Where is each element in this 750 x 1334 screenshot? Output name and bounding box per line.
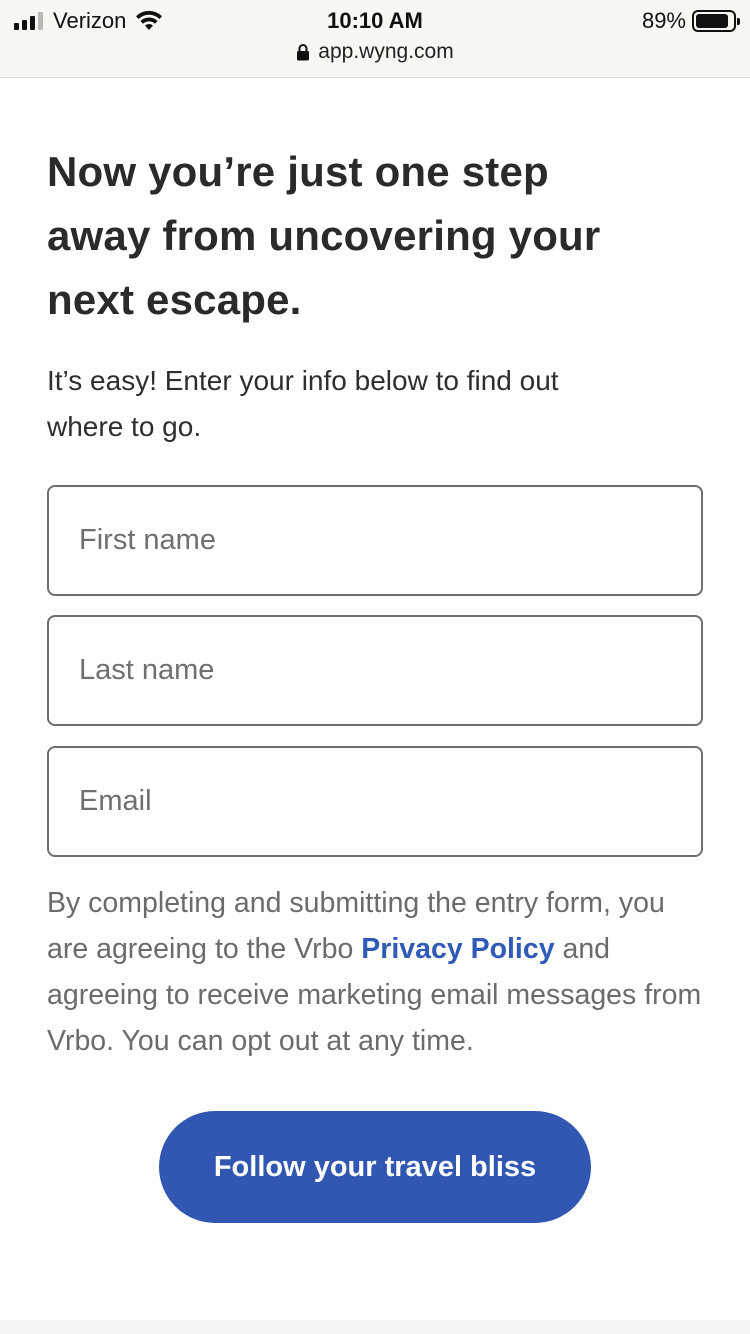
- status-right: 89%: [641, 8, 740, 34]
- battery-icon: [692, 10, 740, 32]
- page-bottom-divider: [0, 1320, 750, 1334]
- last-name-input[interactable]: [49, 617, 701, 724]
- status-bar: Verizon 10:10 AM 89% app.wyng.com: [0, 0, 750, 78]
- privacy-policy-link[interactable]: Privacy Policy: [361, 933, 554, 965]
- battery-percent: 89%: [641, 8, 686, 33]
- email-input[interactable]: [49, 748, 701, 855]
- last-name-field[interactable]: [47, 615, 703, 726]
- submit-button[interactable]: Follow your travel bliss: [159, 1111, 591, 1223]
- clock: 10:10 AM: [327, 8, 423, 33]
- url-text: app.wyng.com: [318, 40, 454, 63]
- email-field[interactable]: [47, 746, 703, 857]
- first-name-input[interactable]: [49, 487, 701, 594]
- legal-disclaimer: By completing and submitting the entry f…: [47, 880, 712, 1064]
- lock-icon: [297, 44, 310, 61]
- page-subtitle: It’s easy! Enter your info below to find…: [47, 365, 559, 442]
- address-bar[interactable]: app.wyng.com: [0, 40, 750, 64]
- first-name-field[interactable]: [47, 485, 703, 596]
- intro-section: Now you’re just one step away from uncov…: [47, 140, 703, 450]
- page-title: Now you’re just one step away from uncov…: [47, 148, 601, 323]
